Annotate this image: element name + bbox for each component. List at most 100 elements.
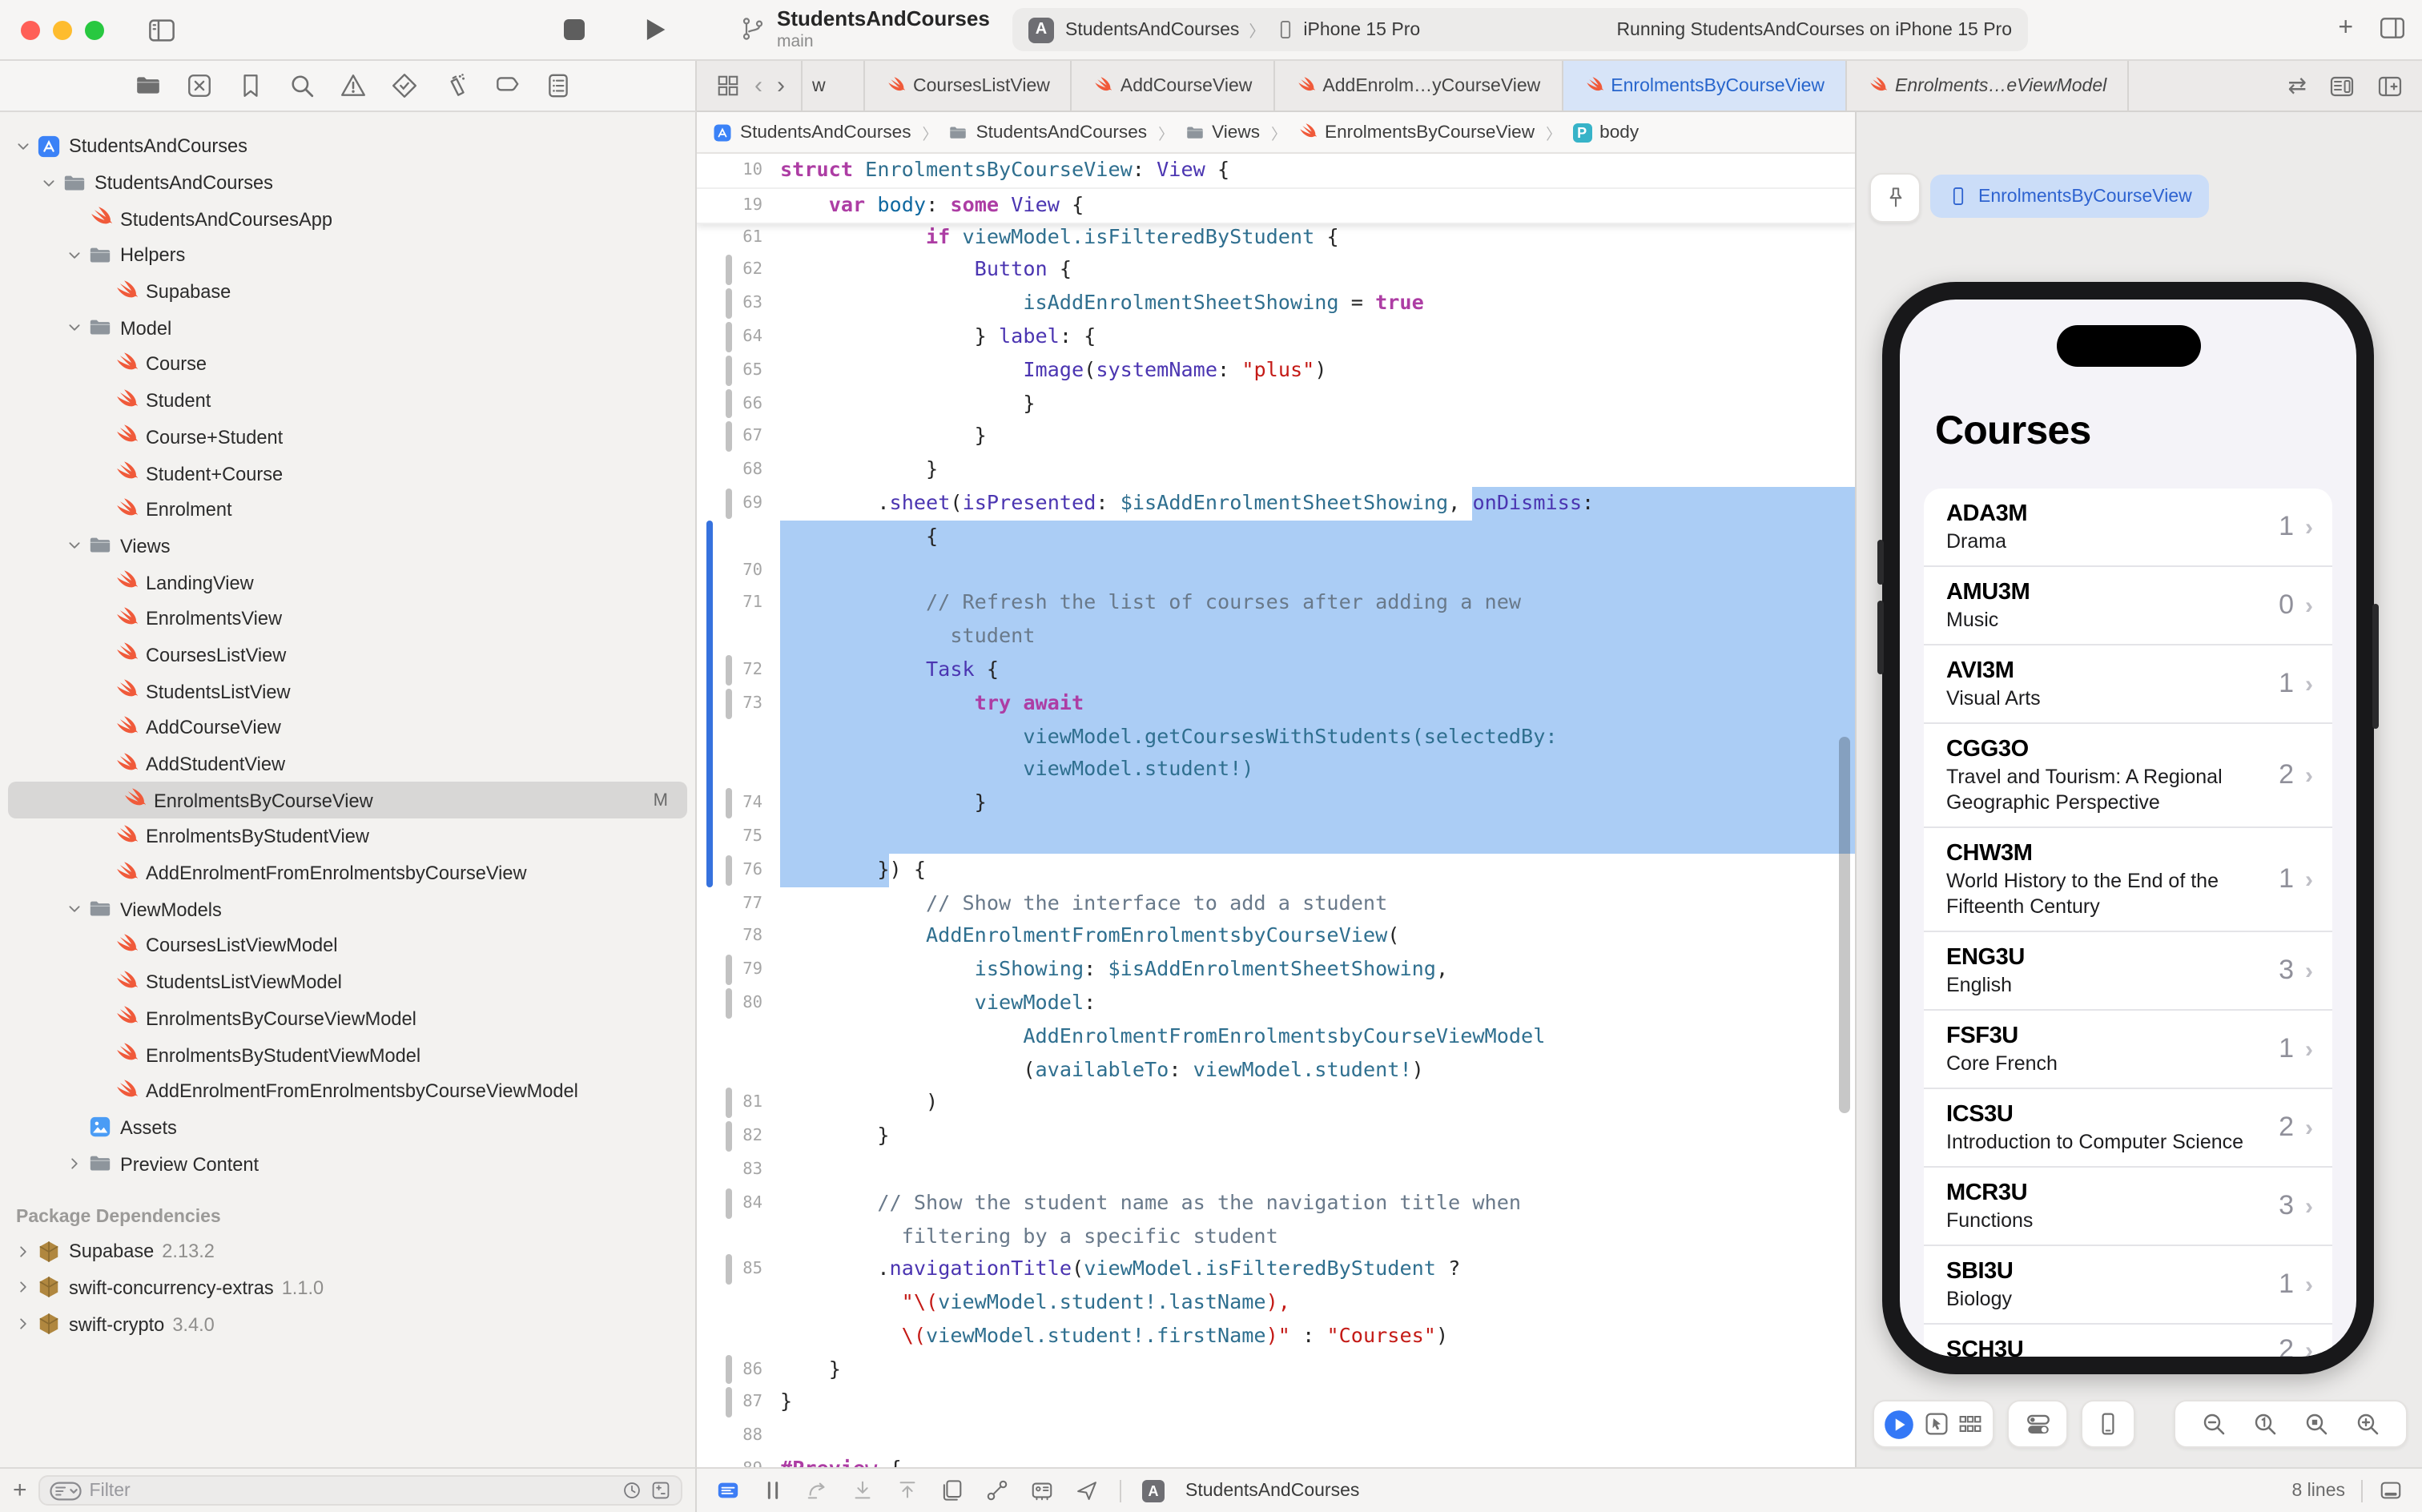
code-content[interactable]: } label: { [780,320,1855,354]
code-line-cont30[interactable]: filtering by a specific student [697,1220,1855,1253]
pause-icon[interactable] [761,1478,785,1502]
editor-scrollbar[interactable] [1839,737,1850,1113]
code-content[interactable]: Button { [780,254,1855,288]
course-row-sbi3u[interactable]: SBI3UBiology1› [1924,1245,2332,1323]
breadcrumb-studentsandcourses[interactable]: StudentsAndCourses [949,123,1148,142]
memory-graph-icon[interactable] [1030,1478,1054,1502]
stop-button[interactable] [564,19,585,40]
disclosure-chevron-icon[interactable] [38,172,59,193]
code-content[interactable]: Image(systemName: "plus") [780,354,1855,388]
run-destination[interactable]: iPhone 15 Pro [1303,20,1420,39]
code-content[interactable]: var body: some View { [780,189,1855,223]
test-navigator[interactable] [391,72,418,99]
code-content[interactable]: viewModel.getCoursesWithStudents(selecte… [780,720,1855,754]
debug-graph-icon[interactable] [985,1478,1009,1502]
disclosure-chevron-icon[interactable] [13,1277,34,1298]
code-content[interactable]: AddEnrolmentFromEnrolmentsbyCourseViewMo… [780,1019,1855,1053]
code-content[interactable]: #Preview { [780,1453,1855,1467]
code-content[interactable]: } [780,1386,1855,1420]
scheme-name[interactable]: StudentsAndCourses [1065,20,1239,39]
code-content[interactable]: } [780,387,1855,420]
code-content[interactable]: // Show the interface to add a student [780,887,1855,920]
find-navigator[interactable] [288,72,316,99]
code-content[interactable]: filtering by a specific student [780,1220,1855,1253]
course-row-fsf3u[interactable]: FSF3UCore French1› [1924,1009,2332,1088]
sidebar-item-addstudentview[interactable]: AddStudentView [0,746,695,782]
code-content[interactable]: viewModel: [780,987,1855,1020]
sidebar-item-enrolmentsbycourseview[interactable]: EnrolmentsByCourseViewM [8,782,687,818]
step-out-icon[interactable] [895,1478,919,1502]
course-row-ada3m[interactable]: ADA3MDrama1› [1924,489,2332,565]
code-content[interactable]: AddEnrolmentFromEnrolmentsbyCourseView( [780,920,1855,954]
related-items-icon[interactable]: ⇄ [2288,72,2307,99]
sidebar-item-student[interactable]: Student [0,383,695,419]
code-line-77[interactable]: 77 // Show the interface to add a studen… [697,887,1855,920]
code-line-74[interactable]: 74 } [697,786,1855,820]
code-line-cont16[interactable]: viewModel.student!) [697,754,1855,787]
code-line-82[interactable]: 82 } [697,1120,1855,1153]
code-content[interactable]: isAddEnrolmentSheetShowing = true [780,287,1855,320]
code-line-75[interactable]: 75 [697,820,1855,854]
disclosure-chevron-icon[interactable] [13,1241,34,1262]
code-content[interactable] [780,1420,1855,1454]
sidebar-item-enrolmentsbystudentview[interactable]: EnrolmentsByStudentView [0,818,695,855]
sidebar-item-viewmodels[interactable]: ViewModels [0,891,695,927]
code-line-cont12[interactable]: student [697,620,1855,653]
code-content[interactable]: } [780,420,1855,454]
course-row-cgg3o[interactable]: CGG3OTravel and Tourism: A Regional Geog… [1924,722,2332,826]
forward-icon[interactable]: › [777,72,785,99]
disclosure-chevron-icon[interactable] [64,899,85,920]
sidebar-item-assets[interactable]: Assets [0,1109,695,1145]
zoom-out-icon[interactable] [2201,1411,2227,1437]
code-content[interactable]: }) { [780,853,1855,887]
breakpoint-navigator[interactable] [493,72,521,99]
add-editor-tab-button[interactable]: + [2338,15,2353,41]
zoom-fit-icon[interactable] [2303,1411,2329,1437]
sidebar-item-addenrolmentfromenrolmentsbycourseview[interactable]: AddEnrolmentFromEnrolmentsbyCourseView [0,855,695,891]
code-content[interactable] [780,1153,1855,1187]
code-content[interactable]: ) [780,1087,1855,1120]
package-swift-crypto[interactable]: swift-crypto3.4.0 [0,1306,695,1342]
code-content[interactable] [780,553,1855,587]
debug-area-toggle-icon[interactable] [2379,1478,2403,1502]
sidebar-item-landingview[interactable]: LandingView [0,565,695,601]
close-button[interactable] [21,21,40,40]
code-content[interactable]: Task { [780,653,1855,687]
code-content[interactable]: isShowing: $isAddEnrolmentSheetShowing, [780,953,1855,987]
code-line-68[interactable]: 68 } [697,453,1855,487]
sidebar-item-helpers[interactable]: Helpers [0,237,695,273]
sidebar-item-views[interactable]: Views [0,528,695,564]
preview-phone-icon[interactable] [2095,1411,2121,1437]
disclosure-chevron-icon[interactable] [13,136,34,157]
breadcrumb-body[interactable]: Pbody [1572,123,1639,142]
disclosure-chevron-icon[interactable] [64,536,85,557]
zoom-in-icon[interactable] [2355,1411,2380,1437]
sidebar-item-model[interactable]: Model [0,310,695,346]
code-line-83[interactable]: 83 [697,1153,1855,1187]
breadcrumb-views[interactable]: Views [1185,123,1260,142]
code-content[interactable]: // Show the student name as the navigati… [780,1186,1855,1220]
code-content[interactable]: // Refresh the list of courses after add… [780,587,1855,621]
code-line-61[interactable]: 61 if viewModel.isFilteredByStudent { [697,220,1855,254]
package-supabase[interactable]: Supabase2.13.2 [0,1233,695,1269]
sidebar-item-course-student[interactable]: Course+Student [0,419,695,455]
code-content[interactable]: \(viewModel.student!.firstName)" : "Cour… [780,1320,1855,1353]
recents-clock-icon[interactable] [622,1480,642,1501]
back-icon[interactable]: ‹ [754,72,762,99]
code-line-cont24[interactable]: AddEnrolmentFromEnrolmentsbyCourseViewMo… [697,1019,1855,1053]
code-content[interactable]: { [780,521,1855,554]
code-line-70[interactable]: 70 [697,553,1855,587]
tab-w[interactable]: w [801,61,865,111]
structure-editor-icon[interactable] [716,1478,740,1502]
variants-mode-icon[interactable] [1958,1411,1984,1437]
code-line-88[interactable]: 88 [697,1420,1855,1454]
selectable-mode-icon[interactable] [1923,1411,1949,1437]
code-content[interactable]: if viewModel.isFilteredByStudent { [780,220,1855,254]
code-line-cont15[interactable]: viewModel.getCoursesWithStudents(selecte… [697,720,1855,754]
report-navigator[interactable] [545,72,572,99]
code-line-cont32[interactable]: "\(viewModel.student!.lastName), [697,1286,1855,1320]
code-content[interactable] [780,820,1855,854]
scheme-status-pill[interactable]: A StudentsAndCourses 〉 iPhone 15 Pro Run… [1012,8,2028,51]
sidebar-item-enrolmentsbystudentviewmodel[interactable]: EnrolmentsByStudentViewModel [0,1036,695,1072]
step-into-icon[interactable] [851,1478,875,1502]
